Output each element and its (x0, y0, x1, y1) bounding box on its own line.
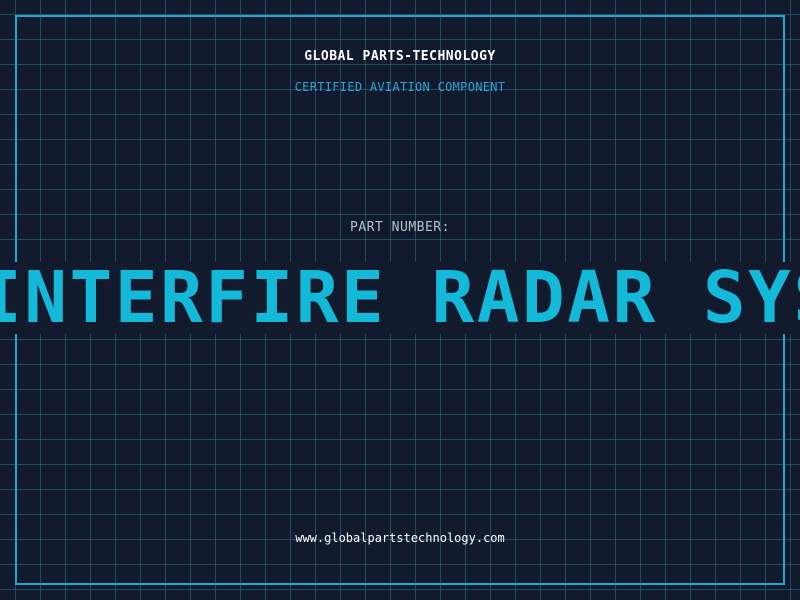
brand-title: GLOBAL PARTS-TECHNOLOGY (304, 49, 496, 64)
website-url: www.globalpartstechnology.com (295, 531, 505, 545)
part-number-banner: INTERFIRE RADAR SYSTEM (0, 262, 800, 334)
part-number-label: PART NUMBER: (350, 220, 450, 235)
part-number-value: INTERFIRE RADAR SYSTEM (0, 262, 800, 334)
certified-subtitle: CERTIFIED AVIATION COMPONENT (294, 80, 506, 94)
